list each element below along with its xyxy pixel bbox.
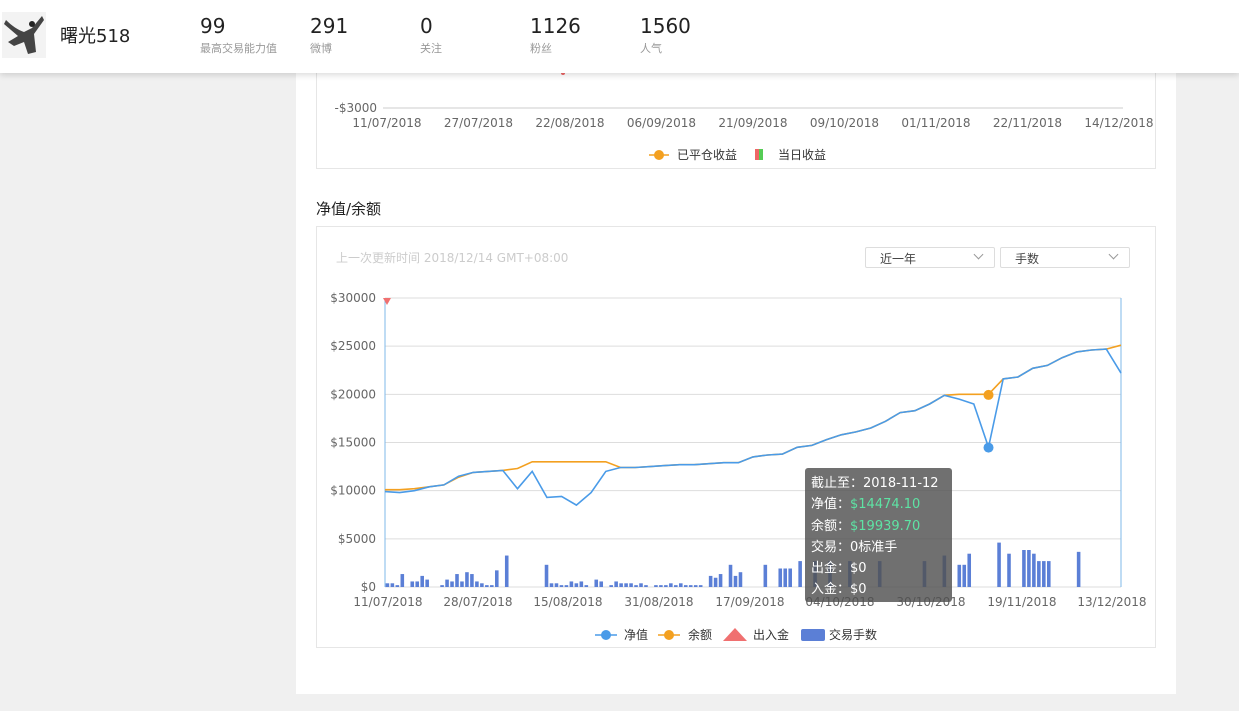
tooltip-row-balance: 余额：$19939.70 bbox=[811, 518, 921, 534]
pnl-x-tick-label: 22/08/2018 bbox=[535, 116, 604, 130]
period-select[interactable]: 近一年 bbox=[865, 247, 995, 268]
unit-select-value: 手数 bbox=[1015, 252, 1040, 266]
pnl-chart-panel: -$3000 11/07/2018 27/07/2018 22/08/2018 06/… bbox=[316, 73, 1156, 169]
daily-profit-up-icon bbox=[755, 149, 759, 160]
tooltip-row-deposit: 入金：$0 bbox=[811, 582, 867, 598]
pnl-x-ticks: 11/07/2018 27/07/2018 22/08/2018 06/09/2018… bbox=[352, 116, 1153, 130]
stat-value: 291 bbox=[310, 14, 349, 38]
pnl-x-tick-label: 01/11/2018 bbox=[901, 116, 970, 130]
pnl-x-tick-label: 06/09/2018 bbox=[627, 116, 696, 130]
stat-weibo[interactable]: 291 微博 bbox=[310, 14, 348, 56]
section-title: 净值/余额 bbox=[316, 200, 382, 218]
avatar[interactable] bbox=[2, 12, 46, 58]
stat-followers[interactable]: 1126 粉丝 bbox=[530, 14, 581, 56]
unit-select[interactable]: 手数 bbox=[1000, 247, 1130, 268]
stat-value: 1560 bbox=[640, 14, 691, 38]
stat-trading-ability: 99 最高交易能力值 bbox=[200, 14, 277, 56]
tooltip-row-trade: 交易：0标准手 bbox=[811, 539, 898, 555]
pnl-marker bbox=[561, 73, 565, 75]
pnl-x-tick-label: 27/07/2018 bbox=[444, 116, 513, 130]
pnl-chart: -$3000 11/07/2018 27/07/2018 22/08/2018 06/… bbox=[334, 73, 1154, 162]
profile-header: 曙光518 99 最高交易能力值 291 微博 0 关注 1126 粉丝 156… bbox=[0, 0, 1239, 73]
chevron-down-icon bbox=[1108, 249, 1119, 260]
stat-label: 粉丝 bbox=[530, 42, 552, 55]
stat-following[interactable]: 0 关注 bbox=[420, 14, 442, 56]
tooltip-row-date: 截止至：2018-11-12 bbox=[811, 476, 939, 491]
pnl-legend: 已平仓收益 当日收益 bbox=[649, 148, 826, 162]
stat-popularity: 1560 人气 bbox=[640, 14, 691, 56]
closed-profit-legend-icon bbox=[654, 150, 664, 160]
stat-label: 关注 bbox=[420, 42, 442, 55]
tooltip-row-net: 净值：$14474.10 bbox=[811, 497, 921, 513]
stat-label: 微博 bbox=[310, 42, 332, 55]
pnl-x-tick-label: 09/10/2018 bbox=[810, 116, 879, 130]
legend-daily-profit[interactable]: 当日收益 bbox=[778, 148, 826, 162]
tooltip-row-withdraw: 出金：$0 bbox=[811, 561, 867, 577]
pnl-x-tick-label: 14/12/2018 bbox=[1084, 116, 1153, 130]
stat-label: 人气 bbox=[640, 42, 662, 55]
chevron-down-icon bbox=[973, 249, 984, 260]
equity-chart-panel bbox=[316, 226, 1156, 648]
daily-profit-down-icon bbox=[759, 149, 763, 160]
update-time: 上一次更新时间 2018/12/14 GMT+08:00 bbox=[336, 251, 569, 265]
pnl-x-tick-label: 22/11/2018 bbox=[993, 116, 1062, 130]
pnl-x-tick-label: 21/09/2018 bbox=[718, 116, 787, 130]
period-select-value: 近一年 bbox=[880, 252, 917, 266]
stat-value: 1126 bbox=[530, 14, 581, 38]
pnl-x-tick-label: 11/07/2018 bbox=[352, 116, 421, 130]
stat-value: 99 bbox=[200, 14, 226, 38]
chart-tooltip: 截止至：2018-11-12 净值：$14474.10 余额：$19939.70… bbox=[805, 468, 952, 602]
stat-label: 最高交易能力值 bbox=[200, 42, 277, 55]
legend-closed-profit[interactable]: 已平仓收益 bbox=[677, 148, 737, 162]
username[interactable]: 曙光518 bbox=[60, 22, 130, 48]
pnl-y-tick: -$3000 bbox=[334, 101, 377, 115]
stat-value: 0 bbox=[420, 14, 433, 38]
